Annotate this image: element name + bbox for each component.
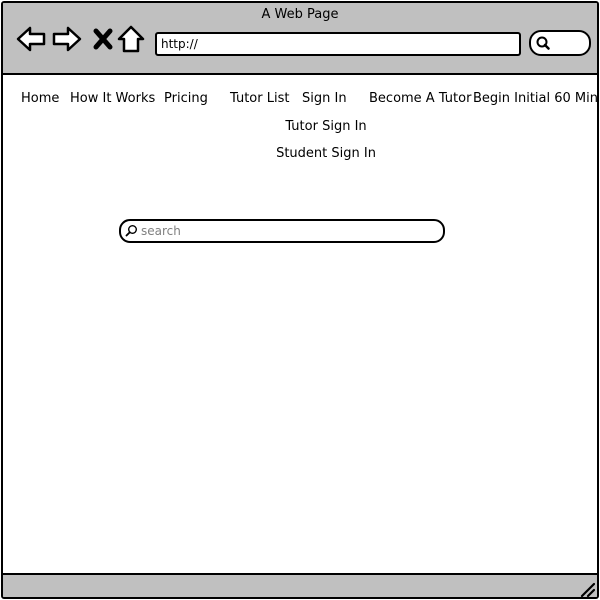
browser-chrome: A Web Page xyxy=(3,3,597,75)
nav-sign-in[interactable]: Sign In xyxy=(302,91,347,106)
main-nav: Home How It Works Pricing Tutor List Sig… xyxy=(3,91,597,111)
home-icon xyxy=(117,25,145,53)
forward-button[interactable] xyxy=(51,23,83,55)
search-icon xyxy=(125,225,137,237)
search-input[interactable] xyxy=(141,221,431,241)
home-button[interactable] xyxy=(115,23,147,55)
nav-tutor-list[interactable]: Tutor List xyxy=(230,91,289,106)
search-field[interactable] xyxy=(119,219,445,243)
back-button[interactable] xyxy=(15,23,47,55)
nav-how-it-works[interactable]: How It Works xyxy=(70,91,155,106)
browser-window: A Web Page http:// Home How It Works Pri… xyxy=(1,1,599,599)
tutor-sign-in-link[interactable]: Tutor Sign In xyxy=(3,119,597,134)
back-arrow-icon xyxy=(16,26,46,52)
browser-search-field[interactable] xyxy=(529,30,591,56)
resize-grip-icon[interactable] xyxy=(579,581,595,597)
student-sign-in-link[interactable]: Student Sign In xyxy=(3,146,597,161)
nav-home[interactable]: Home xyxy=(21,91,59,106)
nav-pricing[interactable]: Pricing xyxy=(164,91,208,106)
forward-arrow-icon xyxy=(52,26,82,52)
search-icon xyxy=(536,36,550,50)
window-title: A Web Page xyxy=(261,7,339,22)
status-bar xyxy=(3,573,597,597)
nav-become-a-tutor[interactable]: Become A Tutor xyxy=(369,91,471,106)
url-input[interactable] xyxy=(155,32,521,56)
nav-begin-initial-60-min[interactable]: Begin Initial 60 Min xyxy=(473,91,597,106)
